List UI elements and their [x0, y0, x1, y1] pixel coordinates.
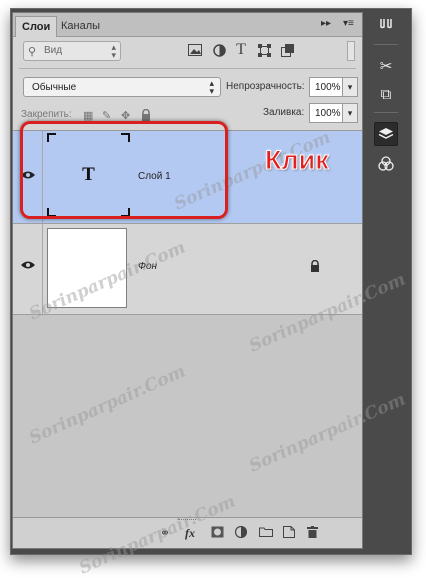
fill-label: Заливка:: [263, 107, 305, 118]
lock-label: Закрепить:: [21, 109, 72, 120]
opacity-input[interactable]: 100%: [309, 77, 343, 97]
click-annotation-label: Клик: [265, 145, 330, 176]
channels-icon[interactable]: [374, 152, 398, 176]
fill-dropdown-icon[interactable]: ▾: [342, 103, 358, 123]
panel-menu-icon[interactable]: ▾≡: [343, 18, 354, 29]
chevron-updown-icon: ▴ ▾: [111, 42, 116, 60]
3d-icon[interactable]: ⧉: [374, 82, 398, 106]
smart-object-filter-icon[interactable]: [279, 42, 295, 58]
dock-divider: [374, 44, 398, 45]
shape-filter-icon[interactable]: [256, 42, 272, 58]
group-folder-icon[interactable]: [259, 526, 273, 540]
collapse-panel-icon[interactable]: ▸▸: [321, 18, 331, 29]
blend-mode-value: Обычные: [32, 82, 77, 93]
mask-icon[interactable]: [211, 526, 224, 541]
adjustment-layer-icon[interactable]: [234, 525, 248, 541]
right-dock: ✂ ⧉: [371, 12, 401, 549]
adjustment-filter-icon[interactable]: [211, 42, 227, 58]
blend-row: Обычные ▴ ▾ Непрозрачность: 100% ▾: [13, 71, 362, 101]
blend-mode-select[interactable]: Обычные ▴ ▾: [23, 77, 221, 97]
new-layer-icon[interactable]: [283, 526, 295, 541]
fill-input[interactable]: 100%: [309, 103, 343, 123]
chevron-updown-icon: ▴ ▾: [209, 78, 214, 96]
trash-icon[interactable]: [307, 526, 318, 541]
dock-divider: [374, 112, 398, 113]
tab-layers[interactable]: Слои: [15, 16, 58, 37]
click-highlight-frame: [20, 121, 228, 219]
filter-kind-select[interactable]: ⚲ Вид ▴ ▾: [23, 41, 121, 61]
panel-tab-bar: Слои Каналы ▸▸ ▾≡: [13, 13, 362, 37]
filter-row: ⚲ Вид ▴ ▾ T: [13, 37, 362, 65]
layers-panel-icon[interactable]: [374, 122, 398, 146]
tools-icon[interactable]: ✂: [374, 54, 398, 78]
text-filter-icon[interactable]: T: [233, 41, 249, 58]
image-filter-icon[interactable]: [187, 42, 203, 58]
layers-panel: Слои Каналы ▸▸ ▾≡ ⚲ Вид ▴ ▾ T Обычные ▴ ▾: [12, 12, 409, 578]
eye-icon[interactable]: [21, 259, 35, 273]
search-icon: ⚲: [28, 46, 37, 58]
opacity-dropdown-icon[interactable]: ▾: [342, 77, 358, 97]
opacity-label: Непрозрачность:: [226, 81, 305, 92]
lock-icon: [310, 259, 320, 277]
filter-toggle-switch[interactable]: [347, 41, 355, 61]
brush-presets-icon[interactable]: [374, 14, 398, 38]
divider: [19, 68, 356, 69]
tab-channels[interactable]: Каналы: [55, 16, 106, 37]
filter-kind-value: Вид: [44, 45, 63, 56]
